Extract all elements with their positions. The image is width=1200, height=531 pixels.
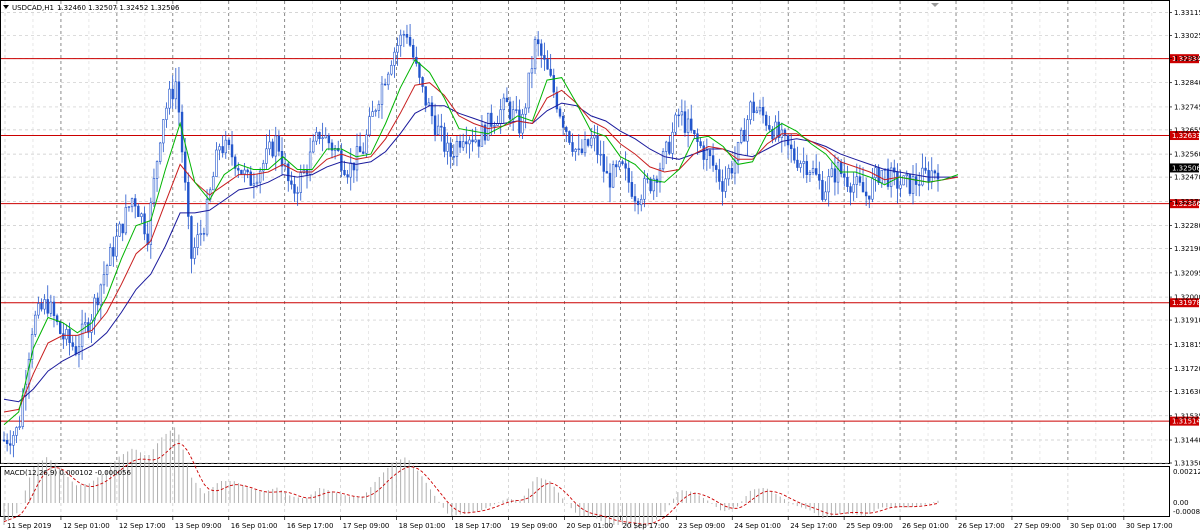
x-tick-label: 13 Sep 09:00 bbox=[175, 522, 222, 530]
x-tick-label: 30 Sep 01:00 bbox=[1070, 522, 1117, 530]
candle bbox=[527, 72, 530, 113]
x-tick-label: 12 Sep 01:00 bbox=[63, 522, 110, 530]
x-tick-label: 16 Sep 17:00 bbox=[287, 522, 334, 530]
candle bbox=[158, 141, 162, 165]
x-tick-label: 11 Sep 2019 bbox=[7, 522, 51, 530]
current-price-label: 1.32506 bbox=[1172, 164, 1200, 172]
candle bbox=[661, 148, 665, 172]
y-tick-label: 1.33025 bbox=[1174, 32, 1200, 40]
x-tick-label: 23 Sep 09:00 bbox=[678, 522, 725, 530]
y-tick-label: 1.32745 bbox=[1174, 103, 1200, 111]
candle bbox=[902, 175, 905, 186]
y-tick-label: 1.31815 bbox=[1174, 341, 1200, 349]
macd-label: MACD(12,26,9) 0.000102 -0.000056 bbox=[4, 469, 131, 477]
y-tick-label: 1.32655 bbox=[1174, 126, 1200, 134]
price-axis[interactable]: 1.33115 1.33025 1.32935 1.32840 1.32745 1.326… bbox=[1169, 9, 1200, 468]
x-tick-label: 26 Sep 01:00 bbox=[902, 522, 949, 530]
x-tick-label: 24 Sep 17:00 bbox=[790, 522, 837, 530]
x-tick-label: 19 Sep 09:00 bbox=[510, 522, 557, 530]
time-axis[interactable]: 11 Sep 2019 12 Sep 01:00 12 Sep 17:00 13 Se… bbox=[4, 517, 1173, 530]
macd-scale-zero: 0.00 bbox=[1173, 499, 1189, 507]
y-tick-label: 1.31350 bbox=[1174, 460, 1200, 468]
candle bbox=[240, 169, 243, 175]
x-tick-label: 27 Sep 09:00 bbox=[1014, 522, 1061, 530]
y-tick-label: 1.31720 bbox=[1174, 365, 1200, 373]
candle bbox=[908, 174, 912, 197]
x-tick-label: 12 Sep 17:00 bbox=[119, 522, 166, 530]
macd-scale-top: 0.002121 bbox=[1173, 468, 1200, 476]
y-tick-label: 1.31630 bbox=[1174, 388, 1200, 396]
x-tick-label: 16 Sep 01:00 bbox=[231, 522, 278, 530]
y-tick-label: 1.31910 bbox=[1174, 317, 1200, 325]
candle bbox=[674, 112, 677, 136]
y-tick-label: 1.32470 bbox=[1174, 174, 1200, 182]
symbol-label: USDCAD,H1 bbox=[12, 4, 54, 12]
y-tick-label: 1.32095 bbox=[1174, 269, 1200, 277]
x-tick-label: 26 Sep 17:00 bbox=[958, 522, 1005, 530]
x-tick-label: 20 Sep 01:00 bbox=[566, 522, 613, 530]
y-tick-label: 1.32375 bbox=[1174, 198, 1200, 206]
y-tick-label: 1.31440 bbox=[1174, 437, 1200, 445]
candle bbox=[568, 130, 571, 145]
y-tick-label: 1.31535 bbox=[1174, 412, 1200, 420]
y-tick-label: 1.32190 bbox=[1174, 245, 1200, 253]
y-tick-label: 1.32840 bbox=[1174, 79, 1200, 87]
macd-scale-bottom: -0.000808 bbox=[1173, 508, 1200, 516]
candle bbox=[533, 36, 537, 75]
x-tick-label: 18 Sep 01:00 bbox=[399, 522, 446, 530]
price-chart[interactable]: 1.329341.326331.323661.319781.315141.325… bbox=[0, 0, 1200, 531]
x-tick-label: 25 Sep 09:00 bbox=[846, 522, 893, 530]
x-tick-label: 30 Sep 17:00 bbox=[1126, 522, 1173, 530]
y-tick-label: 1.32000 bbox=[1174, 294, 1200, 302]
y-tick-label: 1.33115 bbox=[1174, 9, 1200, 17]
y-tick-label: 1.32280 bbox=[1174, 222, 1200, 230]
y-tick-label: 1.32935 bbox=[1174, 55, 1200, 63]
x-tick-label: 20 Sep 17:00 bbox=[622, 522, 669, 530]
candle bbox=[486, 112, 490, 141]
ohlc-values: 1.32460 1.32507 1.32452 1.32506 bbox=[57, 4, 180, 12]
y-tick-label: 1.32560 bbox=[1174, 151, 1200, 159]
x-tick-label: 17 Sep 09:00 bbox=[343, 522, 390, 530]
candle bbox=[118, 221, 121, 237]
x-tick-label: 18 Sep 17:00 bbox=[455, 522, 502, 530]
candle bbox=[611, 160, 615, 189]
macd-plot-area[interactable] bbox=[0, 466, 1170, 517]
candle bbox=[740, 127, 743, 145]
x-tick-label: 24 Sep 01:00 bbox=[734, 522, 781, 530]
